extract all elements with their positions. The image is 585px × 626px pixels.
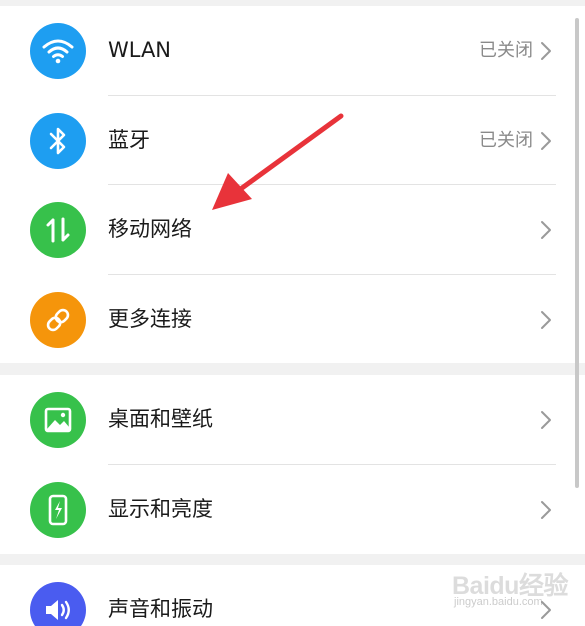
chevron-right-icon [541, 311, 551, 329]
display-icon [30, 482, 86, 538]
watermark-url: jingyan.baidu.com [454, 596, 543, 608]
connectivity-group: WLAN 已关闭 蓝牙 已关闭 移动网络 更多连接 [0, 6, 585, 363]
display-group: 桌面和壁纸 显示和亮度 [0, 375, 585, 554]
status-text: 已关闭 [479, 40, 533, 61]
settings-item-more-connections[interactable]: 更多连接 [0, 275, 585, 364]
settings-item-label: 桌面和壁纸 [108, 407, 213, 431]
chevron-right-icon [541, 132, 551, 150]
settings-item-bluetooth[interactable]: 蓝牙 已关闭 [0, 96, 585, 185]
settings-item-label: 显示和亮度 [108, 497, 213, 521]
settings-item-label: WLAN [108, 38, 172, 62]
settings-item-mobile-network[interactable]: 移动网络 [0, 185, 585, 274]
settings-item-label: 声音和振动 [108, 597, 213, 621]
link-icon [30, 292, 86, 348]
wifi-icon [30, 23, 86, 79]
baidu-watermark: Baidu经验 jingyan.baidu.com [450, 566, 578, 616]
chevron-right-icon [541, 221, 551, 239]
settings-item-wlan[interactable]: WLAN 已关闭 [0, 6, 585, 95]
settings-item-label: 更多连接 [108, 307, 192, 331]
wallpaper-icon [30, 392, 86, 448]
scrollbar[interactable] [575, 18, 579, 488]
settings-item-wallpaper[interactable]: 桌面和壁纸 [0, 375, 585, 464]
settings-item-display[interactable]: 显示和亮度 [0, 465, 585, 554]
settings-item-label: 移动网络 [108, 217, 192, 241]
settings-screen: WLAN 已关闭 蓝牙 已关闭 移动网络 更多连接 桌面和壁纸 显示和亮度 声音… [0, 0, 585, 626]
settings-item-label: 蓝牙 [108, 128, 150, 152]
chevron-right-icon [541, 42, 551, 60]
status-text: 已关闭 [479, 130, 533, 151]
mobile-data-icon [30, 202, 86, 258]
sound-icon [30, 582, 86, 626]
chevron-right-icon [541, 501, 551, 519]
bluetooth-icon [30, 113, 86, 169]
chevron-right-icon [541, 411, 551, 429]
